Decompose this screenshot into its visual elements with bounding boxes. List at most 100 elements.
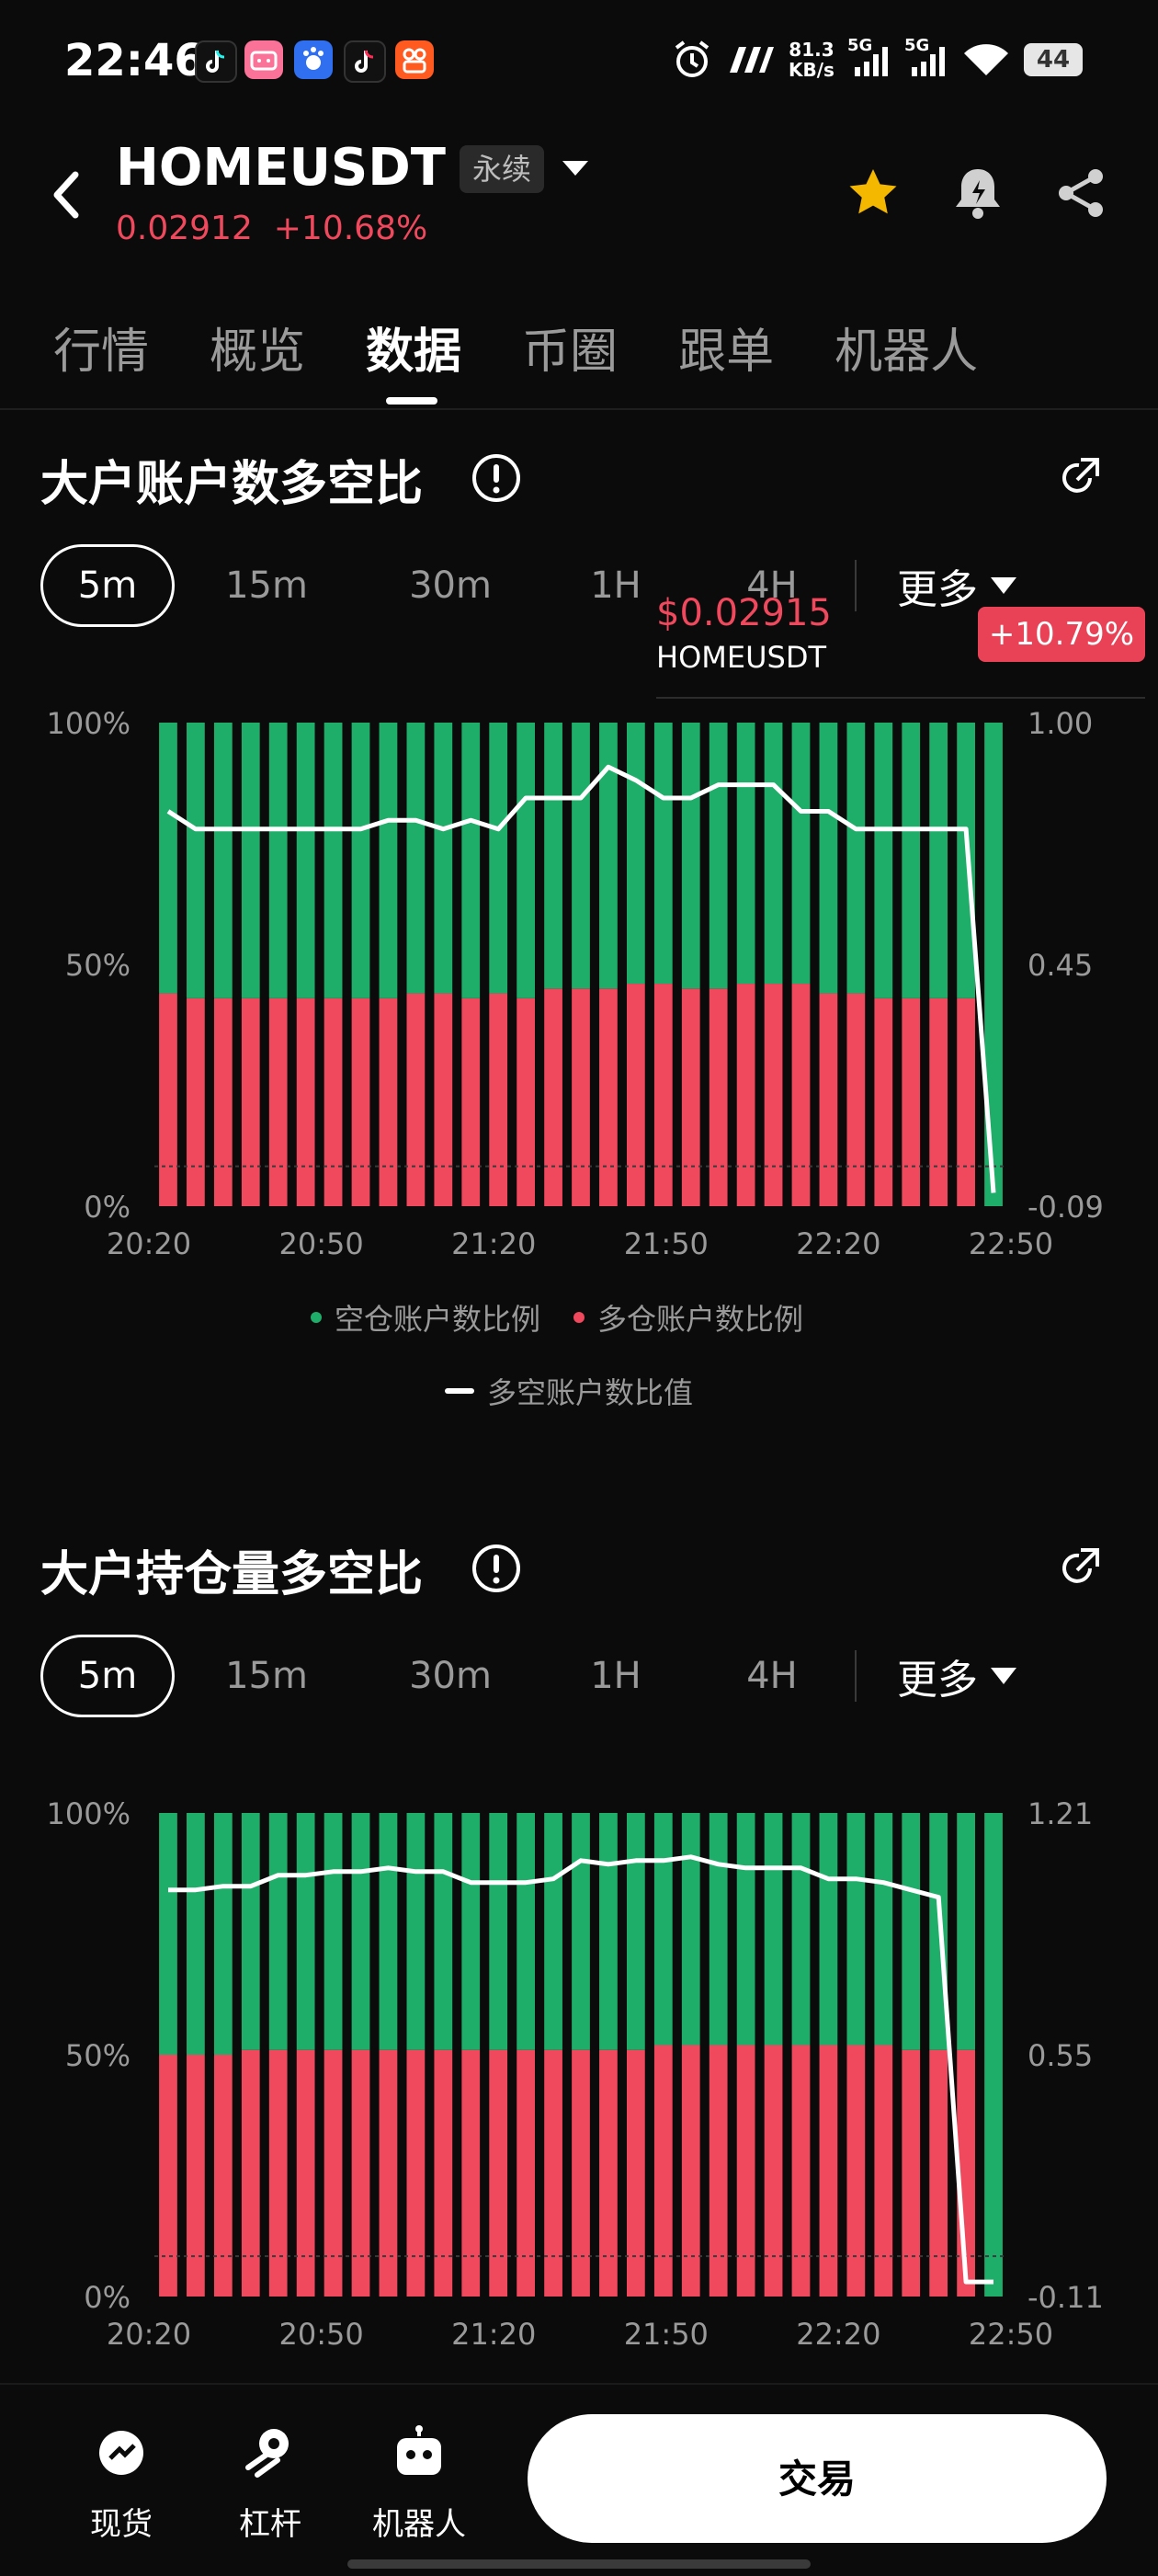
x-tick-1-0: 20:20 <box>107 1226 191 1261</box>
timeframe-15m[interactable]: 15m <box>184 564 349 607</box>
bar-long-1-10 <box>434 993 453 1206</box>
more-timeframes-button-2[interactable]: 更多 <box>897 1647 1016 1705</box>
tooltip-price: $0.02915 <box>656 592 832 634</box>
x-tick-2-3: 21:50 <box>624 2317 709 2352</box>
bar-long-2-22 <box>764 2045 783 2297</box>
chart-position-ratio[interactable]: 100% 50% 0% 1.21 0.55 -0.11 20:20 20:50 21:20 21:… <box>0 1789 1158 2359</box>
y-right-tick-2-2: -0.11 <box>1027 2280 1104 2315</box>
bar-short-1-24 <box>819 723 838 994</box>
y-left-tick-2-2: 0% <box>84 2280 131 2315</box>
bar-short-2-1 <box>187 1813 205 2055</box>
nav-leverage[interactable]: 杠杆 <box>215 2423 325 2544</box>
share-icon[interactable] <box>1053 165 1108 221</box>
bar-long-2-16 <box>599 2049 618 2297</box>
status-icons: 81.3 KB/s 5G 5G 44 <box>671 36 1083 83</box>
spot-icon <box>92 2423 151 2482</box>
timeframe-15m-2[interactable]: 15m <box>184 1655 349 1697</box>
tab-overview[interactable]: 概览 <box>210 313 305 382</box>
bar-short-1-21 <box>736 723 755 985</box>
last-price: 0.02912 <box>116 210 253 247</box>
x-tick-1-3: 21:50 <box>624 1226 709 1261</box>
contract-type-tag[interactable]: 永续 <box>460 145 545 193</box>
timeframe-30m-2[interactable]: 30m <box>368 1655 533 1697</box>
bar-short-1-26 <box>874 723 893 998</box>
tab-copy-trade[interactable]: 跟单 <box>678 313 774 382</box>
home-indicator <box>347 2559 811 2569</box>
x-tick-1-1: 20:50 <box>278 1226 363 1261</box>
bar-long-1-7 <box>351 997 370 1206</box>
info-icon-2[interactable] <box>471 1543 522 1594</box>
bar-short-1-8 <box>379 723 398 998</box>
y-right-tick-1-2: -0.09 <box>1027 1190 1104 1225</box>
x-tick-2-5: 22:50 <box>969 2317 1053 2352</box>
tab-data[interactable]: 数据 <box>366 313 461 382</box>
tiktok-app-icon <box>195 40 237 83</box>
legend-ratio-label: 多空账户数比值 <box>487 1375 694 1410</box>
bar-long-1-13 <box>517 997 536 1206</box>
bar-short-1-18 <box>653 723 673 985</box>
bar-short-2-14 <box>544 1813 562 2050</box>
tab-community[interactable]: 币圈 <box>522 313 618 382</box>
bar-short-2-10 <box>434 1813 453 2050</box>
bar-short-2-23 <box>791 1813 811 2046</box>
tiktok-app-icon-2 <box>344 40 386 83</box>
status-time: 22:46 <box>64 35 205 86</box>
tab-robot[interactable]: 机器人 <box>834 313 978 382</box>
alarm-icon <box>675 40 710 77</box>
section1-title: 大户账户数多空比 <box>40 457 424 512</box>
bar-short-2-17 <box>626 1813 645 2050</box>
bar-long-1-3 <box>241 997 260 1206</box>
section2-title: 大户持仓量多空比 <box>40 1547 424 1602</box>
nav-robot-label: 机器人 <box>372 2506 466 2543</box>
symbol-title[interactable]: HOMEUSDT <box>116 138 446 198</box>
nav-spot-label: 现货 <box>90 2506 153 2543</box>
alert-bell-icon[interactable] <box>950 164 1005 222</box>
nav-spot[interactable]: 现货 <box>66 2423 176 2544</box>
chart-account-ratio[interactable]: 100% 50% 0% 1.00 0.45 -0.09 20:20 20:50 21:20 21:… <box>0 699 1158 1269</box>
bar-long-2-8 <box>379 2049 398 2297</box>
bar-short-1-9 <box>406 723 426 994</box>
signal-icon-1: 5G <box>847 36 891 78</box>
bar-short-1-14 <box>544 723 562 989</box>
y-left-tick-1-1: 50% <box>65 948 131 983</box>
bar-long-1-28 <box>929 997 948 1206</box>
bar-long-1-12 <box>489 993 508 1206</box>
y-left-tick-2-1: 50% <box>65 2038 131 2073</box>
bar-short-1-19 <box>681 723 700 989</box>
bar-short-1-4 <box>268 723 288 998</box>
signal-icon-2: 5G <box>904 36 948 78</box>
bar-long-2-7 <box>351 2049 370 2297</box>
active-tab-indicator <box>386 397 437 405</box>
timeframe-5m-2[interactable]: 5m <box>40 1635 175 1717</box>
bar-short-1-15 <box>572 723 590 989</box>
bar-short-2-0 <box>159 1813 177 2055</box>
nav-robot[interactable]: 机器人 <box>364 2423 474 2544</box>
symbol-dropdown-icon[interactable] <box>562 161 588 176</box>
price-change-line: 0.02912 +10.68% <box>116 210 427 247</box>
bar-long-1-18 <box>653 984 673 1206</box>
bar-long-2-12 <box>489 2049 508 2297</box>
timeframe-1h-2[interactable]: 1H <box>542 1655 689 1697</box>
info-icon[interactable] <box>471 452 522 504</box>
carrier-logo-icon <box>730 47 774 73</box>
bar-long-1-11 <box>461 997 481 1206</box>
bar-short-2-7 <box>351 1813 370 2050</box>
bar-long-2-27 <box>902 2049 921 2297</box>
trade-button[interactable]: 交易 <box>528 2414 1107 2543</box>
tooltip-symbol: HOMEUSDT <box>656 640 826 675</box>
tab-market[interactable]: 行情 <box>53 313 149 382</box>
timeframe-4h-2[interactable]: 4H <box>717 1655 827 1697</box>
x-tick-1-5: 22:50 <box>969 1226 1053 1261</box>
timeframe-5m[interactable]: 5m <box>40 544 175 627</box>
leverage-icon <box>241 2423 300 2482</box>
bar-short-1-11 <box>461 723 481 998</box>
expand-chart-icon[interactable] <box>1053 452 1105 504</box>
back-icon[interactable] <box>48 167 85 222</box>
favorite-star-icon[interactable] <box>846 165 901 221</box>
timeframe-30m[interactable]: 30m <box>368 564 533 607</box>
expand-chart-icon-2[interactable] <box>1053 1543 1105 1594</box>
bar-short-1-6 <box>324 723 343 998</box>
y-left-tick-1-0: 100% <box>47 706 131 741</box>
legend-long-dot <box>573 1312 585 1323</box>
bar-short-2-24 <box>819 1813 838 2046</box>
